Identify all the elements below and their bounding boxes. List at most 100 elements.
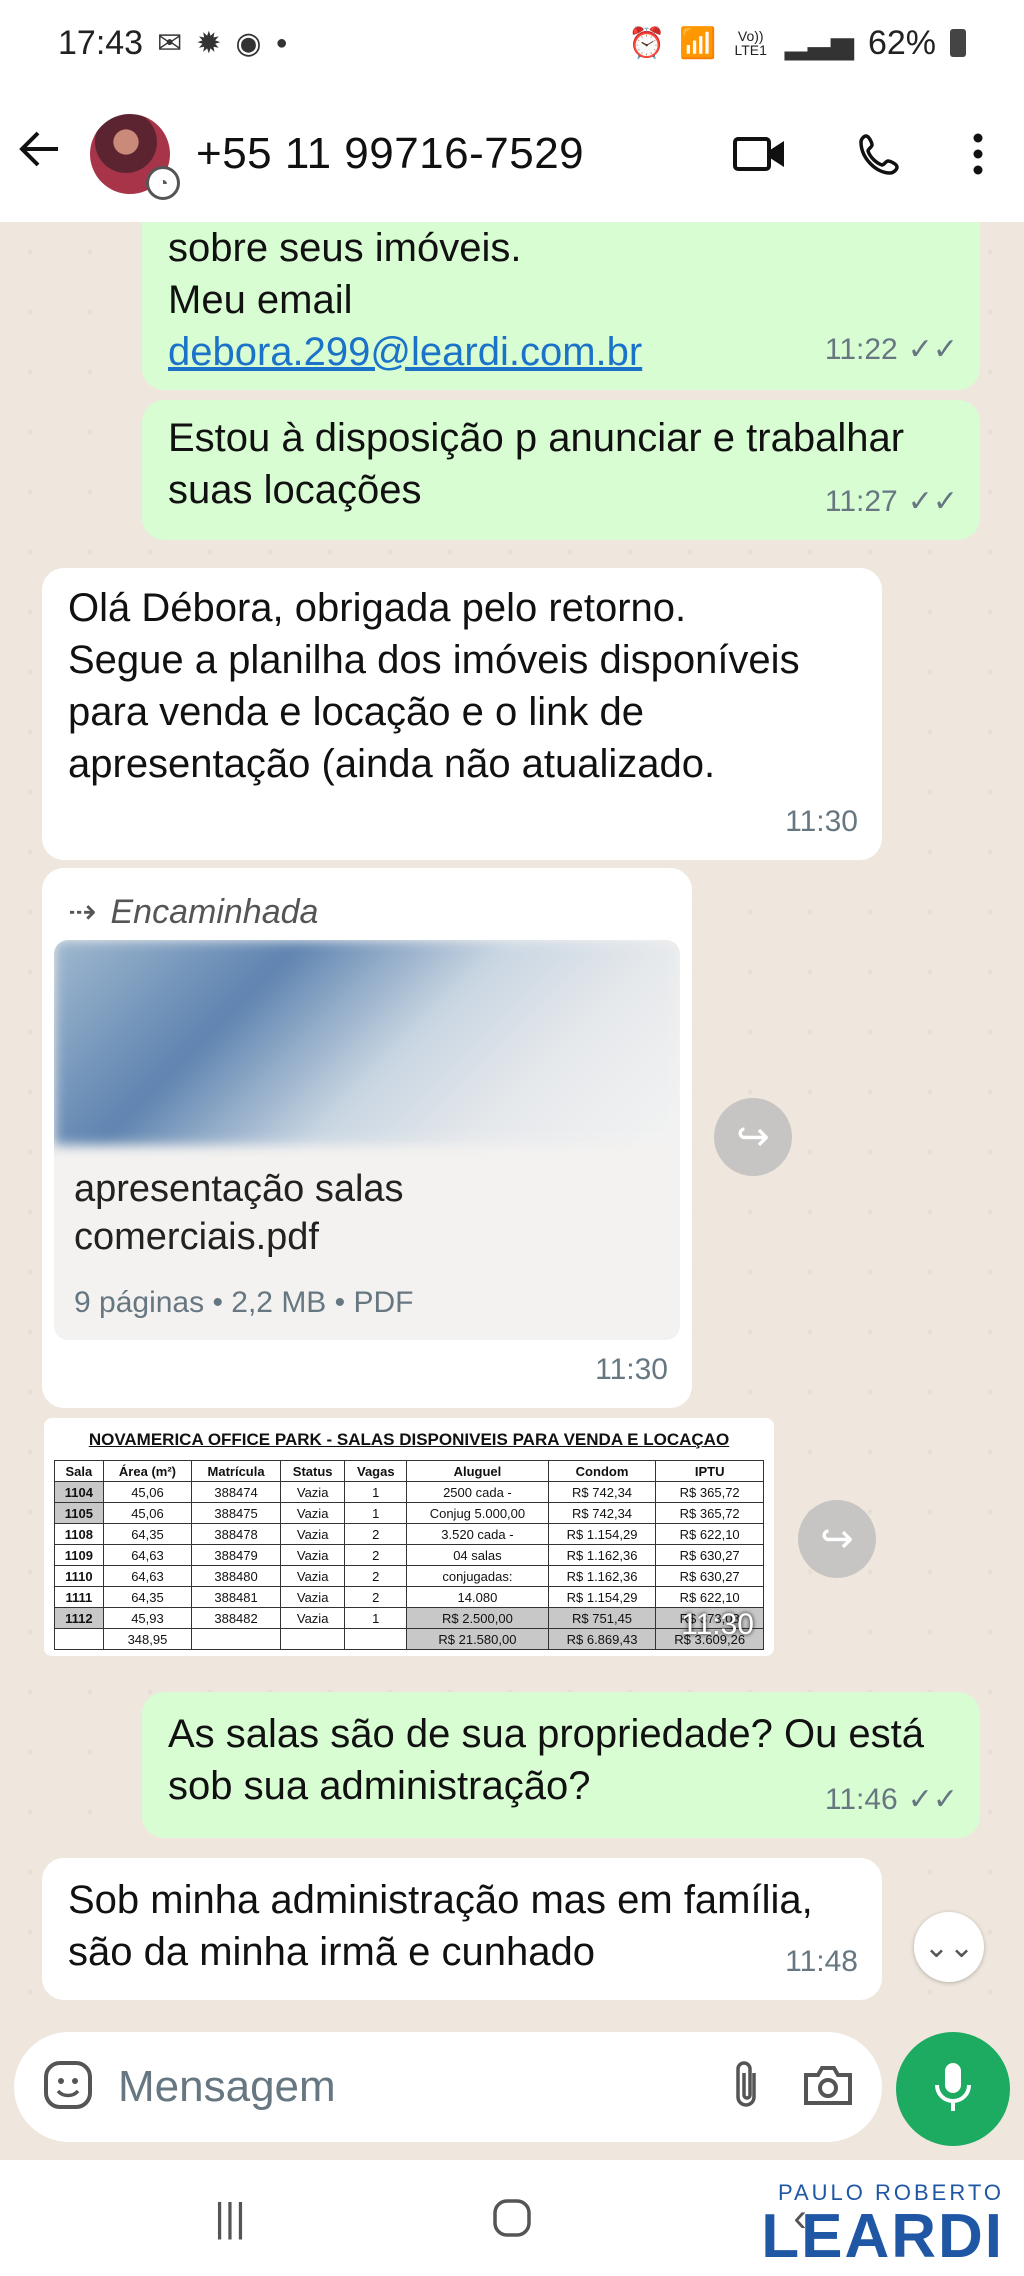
spreadsheet-cell: R$ 1.162,36 [547,1544,657,1566]
forwarded-text: Encaminhada [110,893,319,931]
message-time: 11:30 [595,1344,668,1396]
message-time: 11:22 ✓✓ [825,324,958,376]
pdf-thumbnail [54,940,680,1145]
spreadsheet-cell: R$ 742,34 [547,1481,657,1503]
timestamp: 11:30 [595,1353,668,1386]
column-header: IPTU [655,1460,764,1482]
spreadsheet-row: 1108 64,35 388478 Vazia 2 3.520 cada - R$ 1.15… [54,1523,764,1545]
message-text: Segue a planilha dos imóveis disponíveis [68,638,800,682]
message-bubble-forwarded-document[interactable]: ⇢ Encaminhada apresentação salas comerci… [42,868,692,1408]
column-header: Status [279,1460,346,1482]
spreadsheet-cell [279,1628,346,1650]
back-arrow-icon[interactable] [18,124,76,184]
message-text: Olá Débora, obrigada pelo retorno. [68,586,687,630]
spreadsheet-cell: 2 [344,1523,408,1545]
spreadsheet-cell: 388482 [191,1607,281,1629]
watermark-bottom: LEARDI [761,2202,1004,2271]
home-icon[interactable] [482,2160,542,2276]
message-bubble-incoming[interactable]: Olá Débora, obrigada pelo retorno. Segue… [42,568,882,860]
spreadsheet-cell: Conjug 5.000,00 [406,1502,549,1524]
contact-name[interactable]: +55 11 99716-7529 [196,129,584,179]
timestamp: 11:46 [824,1783,898,1816]
settings-icon: ✹ [196,26,222,60]
spreadsheet-cell: 1 [344,1607,408,1629]
chrome-icon: ◉ [235,26,262,60]
spreadsheet-cell: 348,95 [102,1628,193,1650]
clock: 17:43 [58,23,144,62]
emoji-sticker-icon[interactable] [42,2059,94,2116]
spreadsheet-cell: R$ 6.869,43 [547,1628,657,1650]
chat-header: ◔ +55 11 99716-7529 [0,86,1024,222]
spreadsheet-cell: 1104 [54,1481,104,1503]
message-composer[interactable]: Mensagem [14,2032,882,2142]
message-text: apresentação (ainda não atualizado. [68,742,716,786]
microphone-button[interactable] [896,2032,1010,2146]
message-bubble-outgoing[interactable]: Estou à disposição p anunciar e trabalha… [142,400,980,540]
spreadsheet-cell: R$ 365,72 [655,1502,764,1524]
spreadsheet-cell: 45,06 [102,1502,193,1524]
spreadsheet-row: 1104 45,06 388474 Vazia 1 2500 cada - R$ 742,3… [54,1481,764,1503]
spreadsheet-cell: 2500 cada - [406,1481,549,1503]
forward-share-icon[interactable]: ↪ [798,1500,876,1578]
spreadsheet-image-message[interactable]: NOVAMERICA OFFICE PARK - SALAS DISPONIVE… [44,1418,774,1656]
camera-icon[interactable] [802,2063,854,2112]
spreadsheet-cell: 2 [344,1586,408,1608]
spreadsheet-cell: R$ 21.580,00 [406,1628,549,1650]
spreadsheet-cell: 1111 [54,1586,104,1608]
spreadsheet-cell [191,1628,281,1650]
read-receipt-icon: ✓✓ [907,485,958,518]
more-options-icon[interactable] [972,132,984,176]
message-bubble-incoming[interactable]: Sob minha administração mas em família, … [42,1858,882,2000]
spreadsheet-cell: R$ 622,10 [655,1523,764,1545]
contact-avatar[interactable]: ◔ [90,114,180,200]
spreadsheet-cell [54,1628,104,1650]
spreadsheet-cell: Vazia [279,1523,346,1545]
spreadsheet-cell: Vazia [279,1502,346,1524]
spreadsheet-cell: R$ 622,10 [655,1586,764,1608]
timestamp: 11:30 [785,805,858,838]
spreadsheet-cell: 388481 [191,1586,281,1608]
message-bubble-outgoing[interactable]: sobre seus imóveis. Meu email debora.299… [142,222,980,390]
scroll-to-bottom-button[interactable]: ⌄⌄ [914,1912,984,1982]
message-time: 11:30 [681,1608,754,1641]
notification-dot-icon: ● [275,31,288,54]
microphone-icon [933,2061,973,2118]
message-text: Meu email [168,278,353,322]
spreadsheet-cell: 1109 [54,1544,104,1566]
video-call-icon[interactable] [732,134,788,174]
message-time: 11:27 ✓✓ [825,476,958,528]
spreadsheet-cell: 388480 [191,1565,281,1587]
spreadsheet-cell: 45,93 [102,1607,193,1629]
spreadsheet-cell: 388478 [191,1523,281,1545]
spreadsheet-row: 1109 64,63 388479 Vazia 2 04 salas R$ 1.162,36… [54,1544,764,1566]
message-input[interactable]: Mensagem [118,2062,692,2112]
battery-percent: 62% [867,23,936,62]
spreadsheet-title: NOVAMERICA OFFICE PARK - SALAS DISPONIVE… [88,1430,730,1449]
message-text: Sob minha administração mas em família, [68,1878,813,1922]
forward-share-icon[interactable]: ↪ [714,1098,792,1176]
spreadsheet-cell: R$ 365,72 [655,1481,764,1503]
message-bubble-outgoing[interactable]: As salas são de sua propriedade? Ou está… [142,1692,980,1838]
column-header: Condom [547,1460,657,1482]
pdf-document-card[interactable]: apresentação salas comerciais.pdf 9 pági… [54,940,680,1340]
spreadsheet-cell: R$ 1.154,29 [547,1523,657,1545]
spreadsheet-cell: 1108 [54,1523,104,1545]
spreadsheet-cell: 1112 [54,1607,104,1629]
timestamp: 11:48 [785,1945,858,1978]
spreadsheet-header-row: Sala Área (m²) Matrícula Status Vagas Al… [54,1460,764,1482]
forwarded-label: ⇢ Encaminhada [54,880,680,944]
column-header: Sala [54,1460,104,1482]
chat-area[interactable]: sobre seus imóveis. Meu email debora.299… [0,222,1024,2032]
phone-call-icon[interactable] [858,132,902,176]
spreadsheet-cell: Vazia [279,1481,346,1503]
status-timer-icon: ◔ [146,166,180,200]
spreadsheet-cell [344,1628,408,1650]
recent-apps-icon[interactable]: ||| [200,2160,260,2276]
spreadsheet-row: 1112 45,93 388482 Vazia 1 R$ 2.500,00 R$ 751,4… [54,1607,764,1629]
attach-paperclip-icon[interactable] [730,2059,764,2116]
spreadsheet-row: 1105 45,06 388475 Vazia 1 Conjug 5.000,00 R$ 7… [54,1502,764,1524]
message-text: para venda e locação e o link de [68,690,644,734]
spreadsheet-cell: conjugadas: [406,1565,549,1587]
spreadsheet-cell: R$ 630,27 [655,1544,764,1566]
spreadsheet-cell: 45,06 [102,1481,193,1503]
